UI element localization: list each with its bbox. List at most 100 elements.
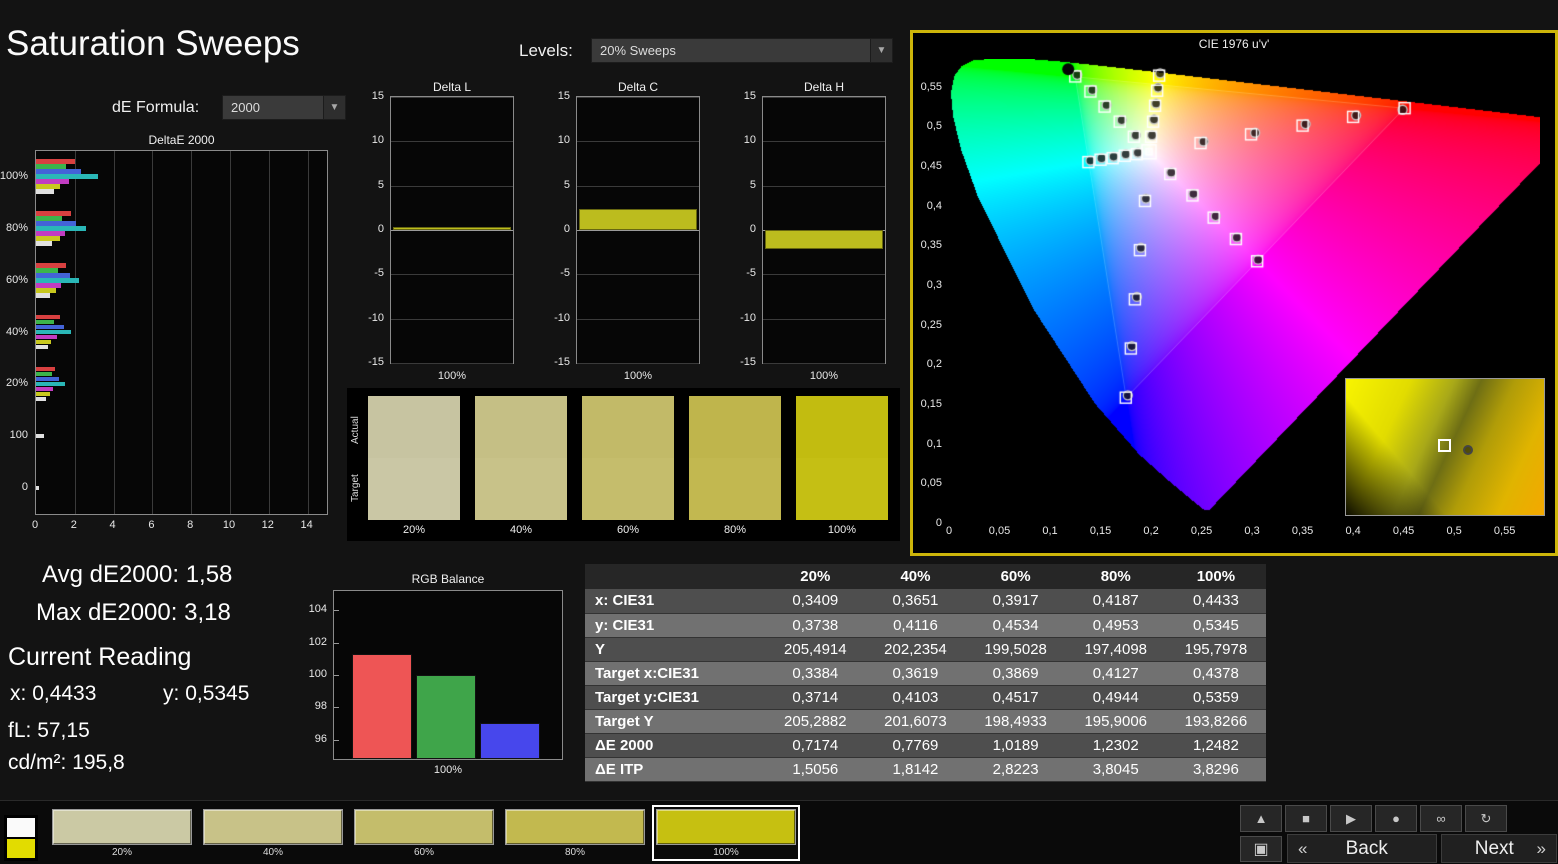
repeat-button[interactable]: ↻ [1465, 805, 1507, 832]
back-button-label: Back [1307, 838, 1426, 860]
deltae-bar [36, 486, 39, 490]
gridline [577, 274, 699, 275]
patch-color-swatch [505, 809, 645, 845]
calibration-app-window: Saturation Sweeps Levels: 20% Sweeps ▼ d… [0, 0, 1558, 864]
table-row: y: CIE310,37380,41160,45340,49530,5345 [585, 613, 1266, 637]
white-patch-icon [7, 818, 35, 837]
axis-tick-label: 0,15 [1086, 525, 1116, 537]
row-label: Target y:CIE31 [585, 685, 765, 709]
axis-tick-label: 10 [558, 134, 570, 146]
axis-tick-label: 0,2 [927, 358, 942, 370]
patch-button-40%[interactable]: 40% [199, 805, 347, 861]
x-axis-label: 100% [762, 370, 886, 382]
patch-button-80%[interactable]: 80% [501, 805, 649, 861]
table-cell: 0,4187 [1066, 589, 1166, 613]
axis-tick-label: 96 [315, 733, 327, 745]
current-y-value: 0,5345 [185, 682, 249, 705]
actual-swatch [368, 396, 460, 458]
patch-button-60%[interactable]: 60% [350, 805, 498, 861]
transport-controls: ▲■▶●∞↻ [1240, 805, 1556, 833]
eject-button[interactable]: ▲ [1240, 805, 1282, 832]
cie-zoom-inset [1345, 378, 1545, 516]
axis-tick-label: -5 [746, 267, 756, 279]
de-formula-dropdown[interactable]: 2000 ▼ [222, 95, 346, 120]
axis-tick-label: 0 [750, 223, 756, 235]
axis-tick-label: 0,05 [921, 477, 942, 489]
chevron-down-icon: ▼ [870, 39, 892, 62]
swatch-label: 100% [796, 524, 888, 536]
gridline [577, 230, 699, 231]
delta-h-chart[interactable]: Delta H 151050-5-10-15 100% [730, 80, 890, 382]
table-cell: 202,2354 [865, 637, 965, 661]
play-button[interactable]: ▶ [1330, 805, 1372, 832]
table-cell: 195,7978 [1166, 637, 1266, 661]
green-balance-bar [416, 675, 476, 759]
gridline [763, 97, 885, 98]
patch-button-100%[interactable]: 100% [652, 805, 800, 861]
rgb-balance-chart[interactable]: RGB Balance 1041021009896 100% [303, 572, 569, 784]
table-cell: 0,4103 [865, 685, 965, 709]
cie-diagram-panel[interactable]: CIE 1976 u'v' 00,050,10,150,20,250,30,35… [910, 30, 1558, 556]
gridline [391, 274, 513, 275]
gridline [577, 363, 699, 364]
y-axis-labels: 151050-5-10-15 [732, 96, 759, 364]
axis-tick-label: 0,55 [921, 81, 942, 93]
deltae-bar [36, 179, 69, 183]
patch-button-label: 40% [201, 847, 345, 858]
patch-button-label: 20% [50, 847, 194, 858]
table-cell: 0,4378 [1166, 661, 1266, 685]
levels-dropdown[interactable]: 20% Sweeps ▼ [591, 38, 893, 63]
axis-tick-label: 0,35 [921, 239, 942, 251]
deltae-sweep-chart[interactable]: DeltaE 2000 100%80%60%40%20%1000 0246810… [0, 133, 332, 535]
chart-title: CIE 1976 u'v' [913, 37, 1555, 51]
axis-tick [334, 675, 339, 676]
table-cell: 1,2482 [1166, 733, 1266, 757]
delta-c-chart[interactable]: Delta C 151050-5-10-15 100% [544, 80, 704, 382]
swatch-40% [475, 396, 567, 520]
table-cell: 0,3384 [765, 661, 865, 685]
deltae-bar [36, 320, 54, 324]
table-cell: 0,3714 [765, 685, 865, 709]
axis-tick-label: 0 [564, 223, 570, 235]
next-button[interactable]: Next » [1441, 834, 1557, 863]
bottom-toolbar: 20% 40% 60%80%100% ▲■▶●∞↻ ▣ « Back Next » [0, 800, 1558, 864]
pattern-window-button[interactable]: ▣ [1240, 836, 1282, 862]
stop-button[interactable]: ■ [1285, 805, 1327, 832]
record-button[interactable]: ● [1375, 805, 1417, 832]
deltae-bar [36, 159, 75, 163]
deltae-bar [36, 189, 54, 193]
axis-tick-label: 0,3 [927, 279, 942, 291]
y-axis-labels: 151050-5-10-15 [546, 96, 573, 364]
gridline [391, 230, 513, 231]
deltae-bar [36, 392, 50, 396]
table-cell: 0,3738 [765, 613, 865, 637]
continuous-button[interactable]: ∞ [1420, 805, 1462, 832]
axis-tick-label: 0 [378, 223, 384, 235]
deltae-bar [36, 335, 57, 339]
patch-button-20%[interactable]: 20% [48, 805, 196, 861]
axis-tick [334, 610, 339, 611]
current-reading-heading: Current Reading [8, 643, 191, 672]
actual-target-swatch-strip: Actual Target 20%40%60%80%100% [347, 388, 900, 541]
gridline [763, 186, 885, 187]
red-balance-bar [352, 654, 412, 759]
axis-tick-label: 0,05 [985, 525, 1015, 537]
deltae-bar [36, 325, 64, 329]
axis-tick-label: 20% [6, 377, 28, 389]
back-chevron-icon: « [1298, 839, 1307, 859]
axis-tick-label: -5 [374, 267, 384, 279]
delta-l-chart[interactable]: Delta L 151050-5-10-15 100% [358, 80, 518, 382]
table-header-row: 20%40%60%80%100% [585, 564, 1266, 589]
table-row: Target x:CIE310,33840,36190,38690,41270,… [585, 661, 1266, 685]
gridline [577, 186, 699, 187]
deltae-bar [36, 211, 71, 215]
back-button[interactable]: « Back [1287, 834, 1437, 863]
axis-tick-label: -15 [368, 356, 384, 368]
deltae-bar [36, 288, 56, 292]
deltae-bar [36, 263, 66, 267]
pattern-window-icon: ▣ [1253, 839, 1268, 859]
axis-tick [334, 643, 339, 644]
max-de2000-stat: Max dE2000: 3,18 [36, 599, 231, 627]
gridline [114, 151, 115, 514]
levels-dropdown-value: 20% Sweeps [592, 43, 870, 58]
